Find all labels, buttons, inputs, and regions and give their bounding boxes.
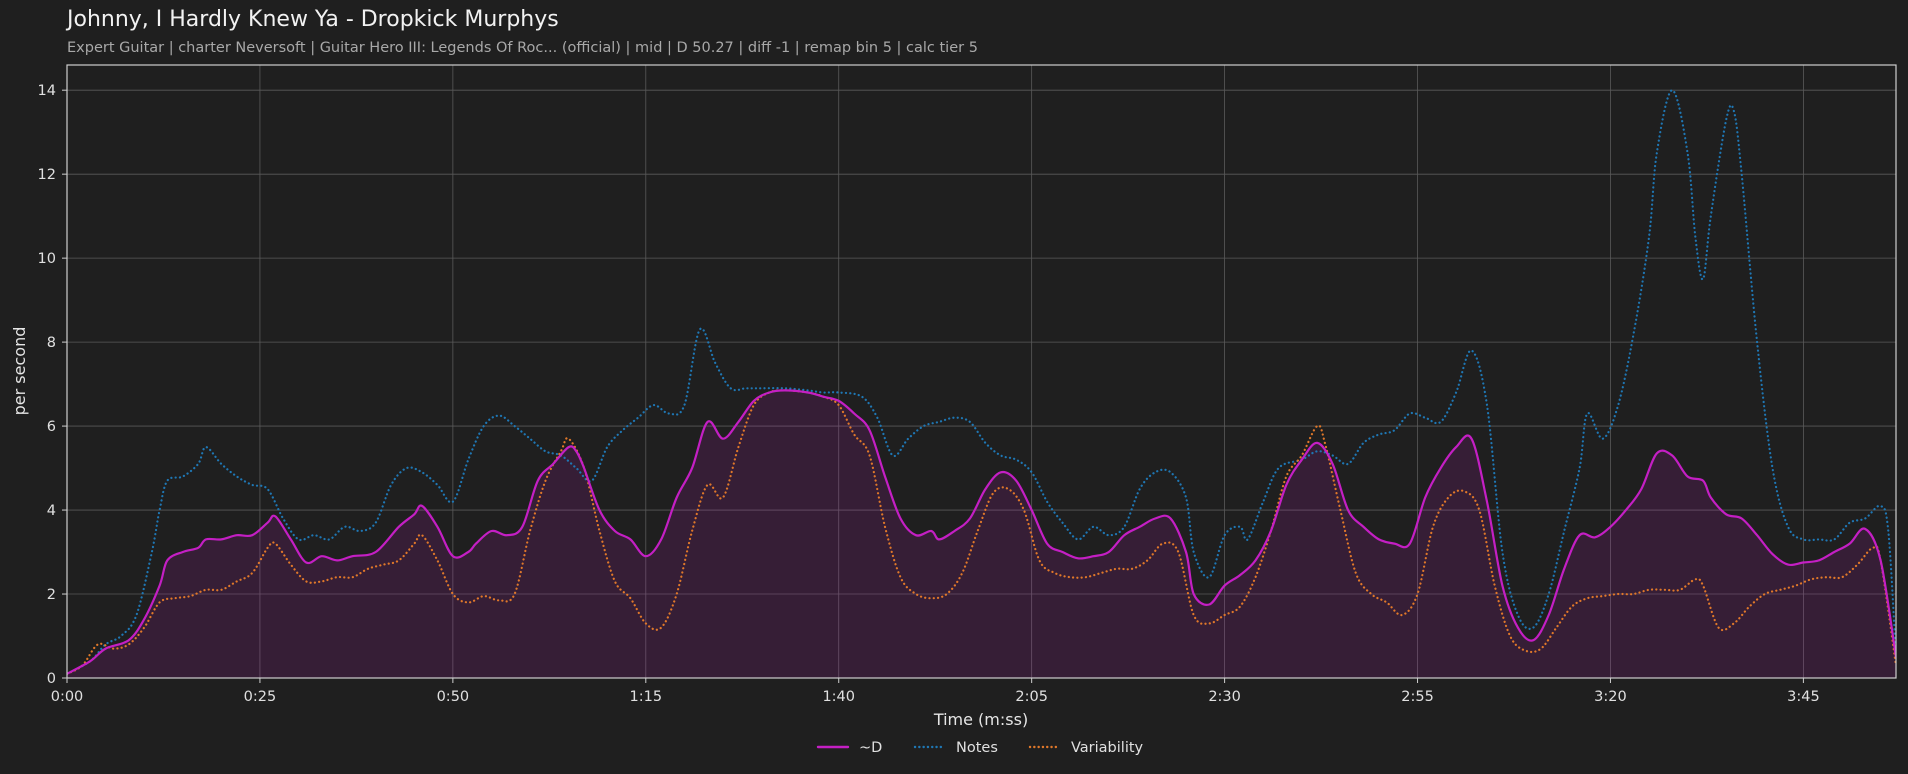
y-tick-label: 12 — [38, 167, 56, 183]
x-tick-label: 0:50 — [437, 689, 470, 705]
y-tick-label: 4 — [47, 503, 56, 519]
y-tick-label: 0 — [47, 671, 56, 687]
y-tick-label: 14 — [38, 83, 56, 99]
x-axis-label: Time (m:ss) — [933, 710, 1028, 729]
x-tick-label: 3:20 — [1594, 689, 1627, 705]
x-tick-label: 2:30 — [1208, 689, 1241, 705]
legend-label: Variability — [1071, 740, 1144, 756]
chart: 0:00 0:25 0:50 1:15 1:40 2:05 2:30 2:55 3:20 3:45… — [10, 64, 1897, 756]
y-tick-label: 2 — [47, 587, 56, 603]
x-tick-label: 1:15 — [630, 689, 663, 705]
y-tick-label: 10 — [38, 251, 56, 267]
x-tick-label: 3:45 — [1787, 689, 1820, 705]
x-tick-label: 0:00 — [51, 689, 84, 705]
y-tick-label: 8 — [47, 335, 56, 351]
x-tick-label: 2:55 — [1401, 689, 1434, 705]
x-tick-label: 1:40 — [822, 689, 855, 705]
legend-label: Notes — [956, 740, 998, 756]
x-tick-label: 2:05 — [1015, 689, 1048, 705]
legend: ~D Notes Variability — [816, 740, 1144, 756]
x-tick-label: 0:25 — [244, 689, 277, 705]
y-axis-label: per second — [10, 327, 29, 416]
legend-label: ~D — [859, 740, 882, 756]
y-tick-label: 6 — [47, 419, 56, 435]
